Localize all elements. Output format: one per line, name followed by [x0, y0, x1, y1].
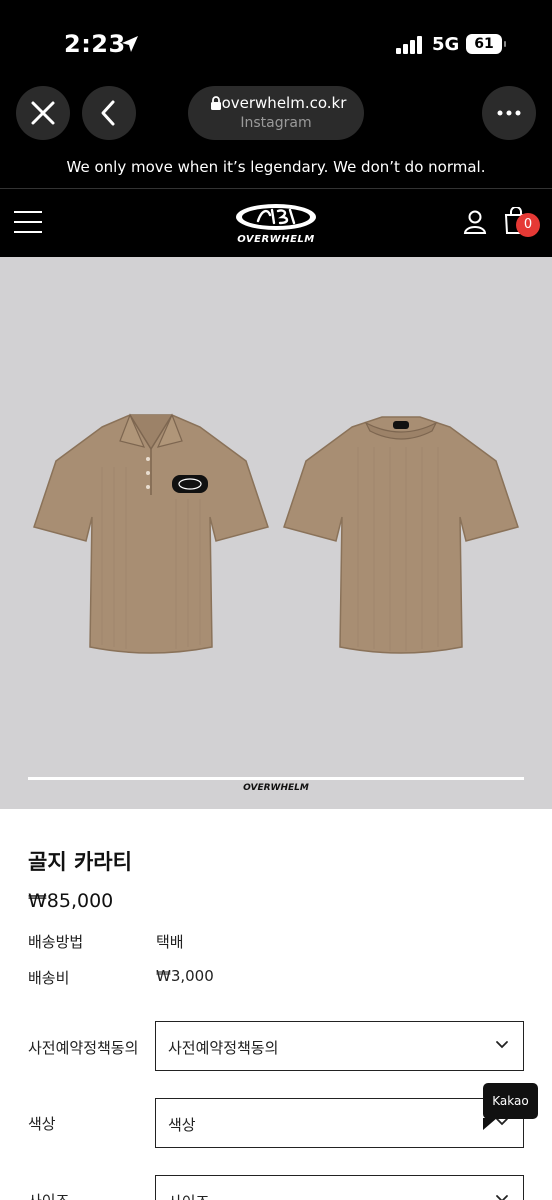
chevron-down-icon	[496, 1041, 508, 1049]
more-button[interactable]	[482, 86, 536, 140]
color-select-value: 색상	[168, 1116, 196, 1134]
signal-bars-icon	[396, 36, 422, 54]
status-bar: 2:23 5G 61	[0, 0, 552, 86]
size-label: 사이즈	[28, 1190, 69, 1200]
preorder-policy-select[interactable]: 사전예약정책동의	[155, 1021, 524, 1071]
close-icon	[31, 101, 55, 125]
chat-bubble-tail	[483, 1118, 497, 1130]
page-url: overwhelm.co.kr	[221, 94, 347, 112]
chevron-down-icon	[496, 1195, 508, 1200]
menu-icon[interactable]	[14, 211, 42, 233]
location-arrow-icon	[122, 36, 138, 52]
shipping-method-value: 택배	[156, 933, 184, 951]
size-select-value: 사이즈	[168, 1191, 209, 1200]
battery-indicator: 61	[466, 34, 506, 54]
chevron-left-icon	[101, 100, 115, 126]
back-button[interactable]	[82, 86, 136, 140]
carousel-progress-bar	[28, 777, 524, 780]
status-time: 2:23	[64, 30, 126, 58]
account-icon[interactable]	[462, 209, 488, 235]
top-banner-tagline: We only move when it’s legendary. We don…	[66, 158, 486, 176]
product-title: 골지 카라티	[28, 850, 132, 874]
shipping-method-label: 배송방법	[28, 933, 84, 951]
ellipsis-icon	[497, 110, 521, 116]
size-select[interactable]: 사이즈	[155, 1175, 524, 1200]
address-bar[interactable]: overwhelm.co.kr Instagram	[188, 86, 364, 140]
logo-wordmark: OVERWHELM	[237, 234, 315, 245]
cart-count-badge: 0	[516, 213, 540, 237]
close-button[interactable]	[16, 86, 70, 140]
preorder-policy-value: 사전예약정책동의	[168, 1039, 279, 1057]
product-image-carousel[interactable]: OVERWHELM	[0, 257, 552, 809]
kakao-chat-button[interactable]: Kakao	[483, 1083, 538, 1119]
source-app: Instagram	[240, 115, 312, 131]
network-type: 5G	[432, 34, 460, 55]
shirt-front-image	[33, 413, 269, 654]
preorder-policy-label: 사전예약정책동의	[28, 1039, 139, 1057]
shipping-fee-value: ₩3,000	[156, 967, 214, 985]
browser-chrome: overwhelm.co.kr Instagram We only move w…	[0, 86, 552, 188]
image-watermark: OVERWHELM	[243, 783, 309, 793]
brand-logo[interactable]: OVERWHELM	[232, 201, 320, 247]
logo-emblem-icon	[236, 204, 316, 230]
color-select[interactable]: 색상	[155, 1098, 524, 1148]
color-label: 색상	[28, 1115, 56, 1133]
shipping-fee-label: 배송비	[28, 969, 70, 987]
site-header: OVERWHELM 0	[0, 188, 552, 257]
shirt-back-image	[283, 416, 519, 654]
product-price: ₩85,000	[28, 890, 114, 912]
